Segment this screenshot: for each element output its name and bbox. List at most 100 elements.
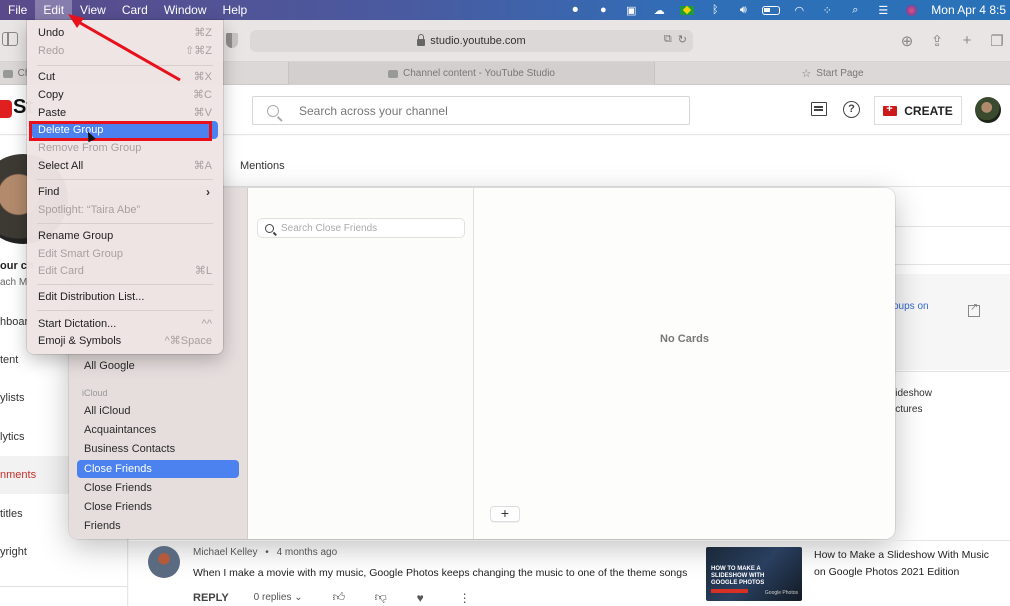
share-icon[interactable]: ⇪ <box>928 32 946 50</box>
shortcut: ⌘V <box>193 107 212 119</box>
group-all-google[interactable]: All Google <box>77 357 239 375</box>
shortcut: ⌘A <box>193 160 212 172</box>
dots-icon[interactable]: ⁘ <box>813 0 841 20</box>
menu-edit[interactable]: Edit <box>35 0 73 20</box>
feedback-icon[interactable] <box>811 102 827 116</box>
menu-item-undo[interactable]: Undo ⌘Z <box>32 24 218 42</box>
youtube-logo-icon[interactable] <box>0 100 12 118</box>
comment-author[interactable]: Michael Kelley <box>193 547 257 558</box>
volume-icon[interactable]: 🔊︎ <box>729 0 757 20</box>
menu-help[interactable]: Help <box>215 0 256 20</box>
sidebar-toggle-icon[interactable] <box>2 32 18 46</box>
thumbnail-title: HOW TO MAKE A SLIDESHOW WITH GOOGLE PHOT… <box>711 566 765 586</box>
menu-card[interactable]: Card <box>114 0 156 20</box>
edit-menu-dropdown: Undo ⌘Z Redo ⇧⌘Z Cut ⌘X Copy ⌘C Paste ⌘V Dele… <box>27 20 223 354</box>
menu-separator <box>37 284 213 285</box>
downloads-icon[interactable]: ⊕ <box>898 32 916 50</box>
reload-icon[interactable]: ↻ <box>678 33 687 46</box>
reply-button[interactable]: REPLY <box>193 592 229 604</box>
video-title[interactable]: How to Make a Slideshow With Music on Go… <box>814 547 994 580</box>
dislike-icon[interactable]: 👎︎ <box>375 590 417 605</box>
menu-item-remove-from-group: Remove From Group <box>38 142 142 154</box>
wifi-icon[interactable]: ◠ <box>785 0 813 20</box>
notification-badge-icon[interactable]: ● <box>589 0 617 20</box>
tab-channel-content[interactable]: Channel content - YouTube Studio <box>288 62 654 85</box>
tab-overview-icon[interactable]: ❐ <box>988 32 1006 50</box>
group-item[interactable]: Friends <box>77 517 239 535</box>
address-bar[interactable]: studio.youtube.com ⧉ ↻ <box>250 30 693 52</box>
replies-toggle[interactable]: 0 replies ⌄ <box>254 592 303 603</box>
screen-record-icon[interactable]: ⏺ <box>561 0 589 20</box>
menu-window[interactable]: Window <box>156 0 215 20</box>
control-center-icon[interactable]: ☰ <box>869 0 897 20</box>
heart-icon[interactable]: ♥ <box>417 591 459 605</box>
tab-mentions[interactable]: Mentions <box>240 160 285 172</box>
privacy-shield-icon[interactable] <box>226 33 238 48</box>
group-item[interactable]: Close Friends <box>77 479 239 497</box>
menu-item-redo: Redo ⇧⌘Z <box>32 42 218 60</box>
commenter-avatar[interactable] <box>148 546 180 578</box>
youtube-icon <box>388 69 399 78</box>
status-area: ⏺ ● ▣ ☁ ᛒ 🔊︎ ◠ ⁘ ⌕ ☰ Mon Apr 4 8:5 <box>561 0 1010 20</box>
spotlight-search-icon[interactable]: ⌕ <box>841 0 869 20</box>
menu-item-edit-smart-group: Edit Smart Group <box>38 248 123 260</box>
menu-item-edit-distribution-list[interactable]: Edit Distribution List... <box>32 288 218 306</box>
menu-item-rename-group[interactable]: Rename Group <box>32 227 218 245</box>
menu-item-copy[interactable]: Copy ⌘C <box>32 86 218 104</box>
more-options-icon[interactable]: ⋮ <box>459 591 501 605</box>
group-item[interactable]: Business Contacts <box>77 440 239 458</box>
menu-view[interactable]: View <box>72 0 114 20</box>
thumbnail-brand: Google Photos <box>764 590 798 596</box>
brazil-flag-icon[interactable] <box>673 0 701 20</box>
macos-menu-bar: File Edit View Card Window Help ⏺ ● ▣ ☁ … <box>0 0 1010 20</box>
youtube-icon <box>2 69 13 78</box>
account-avatar[interactable] <box>975 97 1001 123</box>
menu-item-cut[interactable]: Cut ⌘X <box>32 68 218 86</box>
create-button[interactable]: CREATE <box>874 96 962 125</box>
divider <box>129 186 1010 187</box>
contacts-search-input[interactable]: Search Close Friends <box>257 218 465 238</box>
group-item-selected[interactable]: Close Friends <box>77 460 239 478</box>
translate-icon[interactable]: ⧉ <box>664 33 672 46</box>
siri-icon[interactable] <box>897 0 925 20</box>
channel-subtitle: ach M <box>0 277 28 288</box>
chevron-down-icon: ⌄ <box>294 592 303 603</box>
menu-item-find[interactable]: Find › <box>32 183 218 201</box>
new-tab-icon[interactable]: + <box>958 32 976 50</box>
cards-list: Search Close Friends <box>248 188 474 539</box>
like-icon[interactable]: 👍︎ <box>333 590 375 605</box>
menu-item-select-all[interactable]: Select All ⌘A <box>32 157 218 175</box>
add-card-button[interactable]: + <box>490 506 520 522</box>
menu-file[interactable]: File <box>0 0 35 20</box>
menu-item-spotlight: Spotlight: “Taira Abe” <box>38 204 141 216</box>
meta-separator: • <box>265 547 269 558</box>
info-banner-link[interactable]: oups on <box>893 301 929 312</box>
comment-actions: REPLY 0 replies ⌄ 👍︎ 👎︎ ♥ ⋮ <box>193 590 501 605</box>
clock[interactable]: Mon Apr 4 8:5 <box>925 3 1010 17</box>
channel-search-input[interactable]: Search across your channel <box>252 96 690 125</box>
battery-icon[interactable] <box>757 0 785 20</box>
shortcut: ⇧⌘Z <box>185 45 212 57</box>
bluetooth-icon[interactable]: ᛒ <box>701 0 729 20</box>
group-item[interactable]: Close Friends <box>77 498 239 516</box>
cloud-sync-icon[interactable]: ☁ <box>645 0 673 20</box>
menu-item-emoji-symbols[interactable]: Emoji & Symbols ^⌘Space <box>32 332 218 350</box>
url-text: studio.youtube.com <box>430 35 526 47</box>
shortcut: ^⌘Space <box>164 335 212 347</box>
tab-start-page[interactable]: ☆ Start Page <box>654 62 1010 85</box>
group-item[interactable]: All iCloud <box>77 402 239 420</box>
annotation-highlight-box <box>29 121 212 141</box>
shortcut: ^^ <box>201 318 212 330</box>
zoom-icon[interactable]: ▣ <box>617 0 645 20</box>
group-item[interactable]: Acquaintances <box>77 421 239 439</box>
menu-item-edit-card: Edit Card ⌘L <box>32 262 218 280</box>
menu-separator <box>37 310 213 311</box>
help-icon[interactable]: ? <box>843 101 860 118</box>
menu-item-start-dictation[interactable]: Start Dictation... ^^ <box>32 315 218 333</box>
submenu-chevron-icon: › <box>206 185 210 199</box>
menu-item-paste[interactable]: Paste ⌘V <box>32 104 218 122</box>
video-thumbnail[interactable]: HOW TO MAKE A SLIDESHOW WITH GOOGLE PHOT… <box>706 547 802 601</box>
open-external-icon[interactable] <box>968 302 980 317</box>
card-detail-pane: No Cards + <box>474 188 895 539</box>
shortcut: ⌘X <box>193 71 212 83</box>
